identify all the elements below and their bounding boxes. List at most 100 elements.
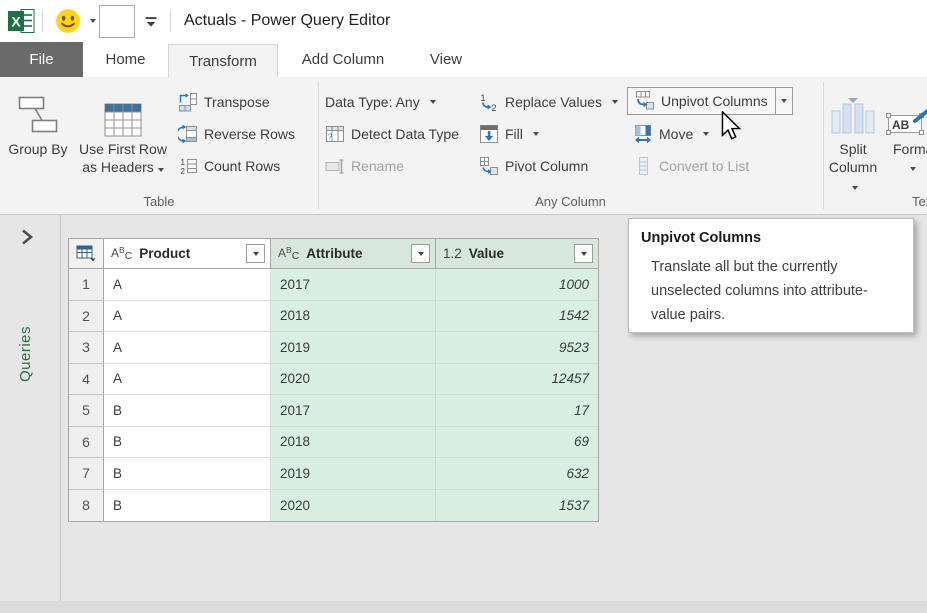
split-column-button[interactable]: Split Column	[826, 81, 880, 187]
group-label-table: Table	[0, 194, 318, 209]
cell-product[interactable]: B	[104, 427, 271, 459]
row-number[interactable]: 6	[69, 427, 104, 459]
cell-product[interactable]: A	[104, 301, 271, 333]
pivot-column-button[interactable]: Pivot Column	[479, 153, 588, 179]
tab-file[interactable]: File	[0, 42, 83, 77]
svg-text:1: 1	[181, 158, 186, 167]
detect-data-type-button[interactable]: ? Detect Data Type	[325, 121, 459, 147]
fill-button[interactable]: Fill	[479, 121, 539, 147]
cell-attribute[interactable]: 2019	[271, 458, 436, 490]
cell-product[interactable]: B	[104, 458, 271, 490]
cell-value[interactable]: 17	[436, 395, 598, 427]
table-row: 5 B 2017 17	[69, 395, 598, 427]
filter-button[interactable]	[574, 244, 593, 263]
cell-product[interactable]: B	[104, 490, 271, 522]
row-number[interactable]: 7	[69, 458, 104, 490]
row-number[interactable]: 4	[69, 364, 104, 396]
cell-value[interactable]: 632	[436, 458, 598, 490]
table-corner-icon	[76, 245, 96, 262]
cell-attribute[interactable]: 2020	[271, 490, 436, 522]
unpivot-columns-dropdown[interactable]	[775, 88, 792, 114]
quick-access-blank-button[interactable]	[99, 5, 135, 38]
filter-caret-icon	[581, 252, 587, 256]
replace-values-button[interactable]: 1 2 Replace Values	[479, 89, 618, 115]
group-separator	[318, 82, 319, 209]
cell-product[interactable]: A	[104, 332, 271, 364]
svg-text:2: 2	[181, 167, 186, 176]
dropdown-caret-icon	[612, 100, 618, 104]
pivot-column-icon	[479, 156, 499, 176]
row-number[interactable]: 5	[69, 395, 104, 427]
cell-product[interactable]: B	[104, 395, 271, 427]
row-number[interactable]: 2	[69, 301, 104, 333]
cell-attribute[interactable]: 2019	[271, 332, 436, 364]
cell-attribute[interactable]: 2018	[271, 301, 436, 333]
tab-view[interactable]: View	[408, 42, 484, 77]
customize-toolbar-icon[interactable]	[144, 15, 158, 28]
table-with-header-icon	[70, 81, 176, 137]
cell-product[interactable]: A	[104, 364, 271, 396]
smiley-dropdown-caret-icon[interactable]	[90, 19, 96, 23]
table-row: 3 A 2019 9523	[69, 332, 598, 364]
svg-text:AB: AB	[892, 118, 910, 132]
cell-value[interactable]: 12457	[436, 364, 598, 396]
select-all-corner-button[interactable]	[69, 239, 104, 269]
column-header-product[interactable]: ABC Product	[104, 239, 271, 269]
unpivot-columns-button[interactable]: Unpivot Columns	[627, 87, 793, 115]
power-query-editor-window: X Actuals - Power Query Editor File Home	[0, 0, 927, 613]
column-header-value[interactable]: 1.2 Value	[436, 239, 598, 269]
count-rows-button[interactable]: 1 2 Count Rows	[178, 153, 280, 179]
transpose-button[interactable]: Transpose	[178, 89, 270, 115]
expand-queries-pane-button[interactable]	[16, 226, 38, 248]
group-label-any-column: Any Column	[318, 194, 823, 209]
cell-attribute[interactable]: 2017	[271, 269, 436, 301]
cell-product[interactable]: A	[104, 269, 271, 301]
detect-data-type-icon: ?	[325, 124, 345, 144]
rename-icon	[325, 156, 345, 176]
queries-pane-tab[interactable]: Queries	[17, 326, 34, 382]
cell-attribute[interactable]: 2018	[271, 427, 436, 459]
titlebar-divider	[170, 10, 171, 32]
tab-home[interactable]: Home	[83, 42, 168, 77]
filter-caret-icon	[253, 252, 259, 256]
row-number[interactable]: 3	[69, 332, 104, 364]
count-rows-icon: 1 2	[178, 156, 198, 176]
cell-value[interactable]: 1542	[436, 301, 598, 333]
dropdown-caret-icon	[852, 186, 858, 190]
tooltip-body: Translate all but the currently unselect…	[651, 255, 883, 327]
row-number[interactable]: 8	[69, 490, 104, 522]
ribbon: Group By Use First Row as Headers	[0, 77, 927, 215]
svg-text:?: ?	[328, 133, 333, 142]
convert-to-list-icon	[633, 156, 653, 176]
text-type-icon: ABC	[111, 246, 132, 262]
move-button[interactable]: Move	[633, 121, 709, 147]
unpivot-columns-tooltip: Unpivot Columns Translate all but the cu…	[628, 218, 914, 333]
number-type-icon: 1.2	[443, 246, 462, 261]
cell-attribute[interactable]: 2017	[271, 395, 436, 427]
tab-add-column[interactable]: Add Column	[278, 42, 408, 77]
column-header-attribute[interactable]: ABC Attribute	[271, 239, 436, 269]
row-number[interactable]: 1	[69, 269, 104, 301]
tab-transform[interactable]: Transform	[168, 44, 278, 77]
dropdown-caret-icon	[158, 168, 164, 172]
cell-value[interactable]: 9523	[436, 332, 598, 364]
smiley-feedback-button[interactable]	[55, 8, 81, 34]
data-preview-table: ABC Product ABC Attribute 1.2 Value 1 A …	[68, 238, 599, 522]
text-type-icon: ABC	[278, 246, 299, 262]
group-separator	[823, 82, 824, 209]
cell-value[interactable]: 1537	[436, 490, 598, 522]
table-row: 8 B 2020 1537	[69, 490, 598, 522]
reverse-rows-icon	[178, 124, 198, 144]
use-first-row-as-headers-button[interactable]: Use First Row as Headers	[70, 81, 176, 187]
filter-button[interactable]	[246, 244, 265, 263]
cell-value[interactable]: 1000	[436, 269, 598, 301]
filter-button[interactable]	[411, 244, 430, 263]
format-button[interactable]: AB Format	[884, 81, 927, 187]
reverse-rows-button[interactable]: Reverse Rows	[178, 121, 295, 147]
cell-attribute[interactable]: 2020	[271, 364, 436, 396]
group-by-button[interactable]: Group By	[8, 81, 68, 187]
dropdown-caret-icon	[910, 167, 916, 171]
replace-values-icon: 1 2	[479, 92, 499, 112]
cell-value[interactable]: 69	[436, 427, 598, 459]
data-type-button[interactable]: Data Type: Any	[325, 89, 436, 115]
